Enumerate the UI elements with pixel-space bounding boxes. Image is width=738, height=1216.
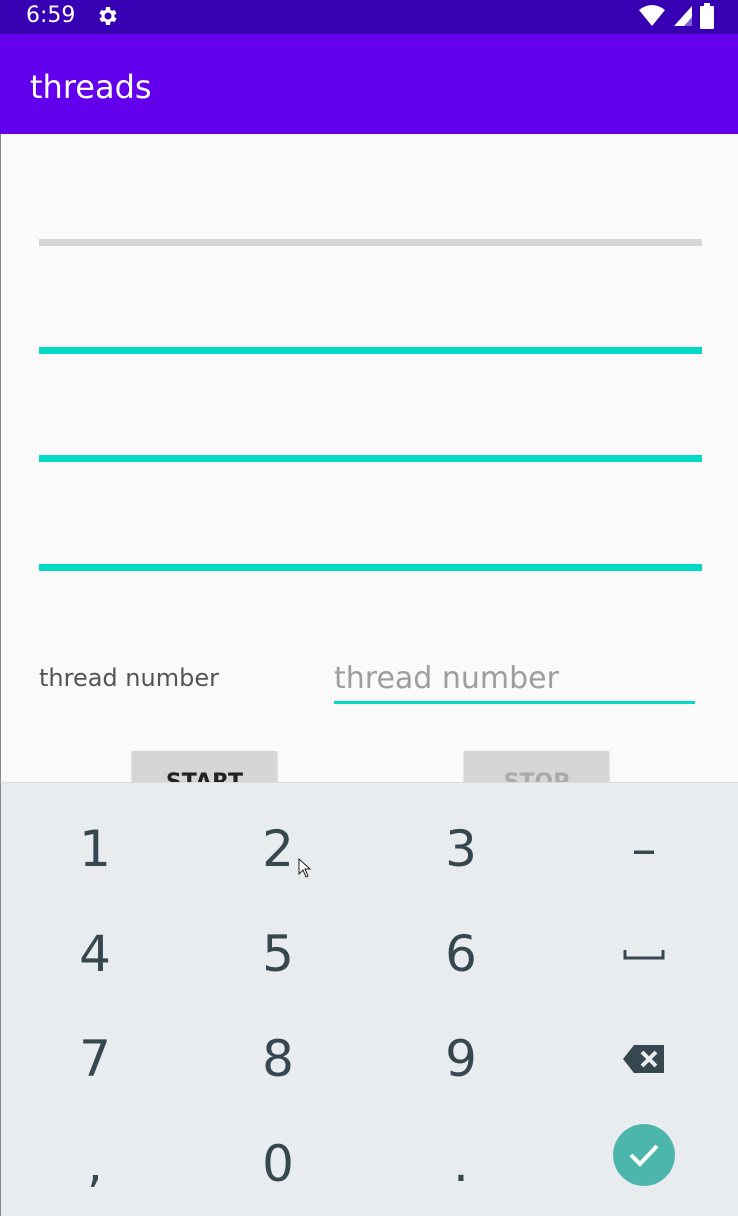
key-minus[interactable]: – xyxy=(569,799,719,899)
key-3[interactable]: 3 xyxy=(386,799,536,899)
battery-icon xyxy=(700,3,714,29)
progress-fill-3 xyxy=(39,455,702,462)
key-comma[interactable]: , xyxy=(20,1114,170,1214)
key-enter[interactable] xyxy=(569,1105,719,1205)
progress-bar-3 xyxy=(39,455,702,462)
thread-number-input[interactable] xyxy=(334,656,695,704)
thread-number-label: thread number xyxy=(39,664,219,692)
cell-signal-icon xyxy=(674,6,692,26)
enter-button[interactable] xyxy=(613,1124,675,1186)
progress-fill-2 xyxy=(39,347,702,354)
key-4[interactable]: 4 xyxy=(20,904,170,1004)
key-9[interactable]: 9 xyxy=(386,1009,536,1109)
progress-bar-2 xyxy=(39,347,702,354)
status-bar: 6:59 xyxy=(0,0,738,34)
status-time: 6:59 xyxy=(26,3,76,28)
backspace-icon xyxy=(623,1045,664,1073)
progress-bar-1 xyxy=(39,239,702,246)
key-6[interactable]: 6 xyxy=(386,904,536,1004)
gear-icon xyxy=(99,7,117,25)
progress-fill-4 xyxy=(39,564,702,571)
key-0[interactable]: 0 xyxy=(203,1114,353,1214)
space-icon xyxy=(623,950,665,960)
key-7[interactable]: 7 xyxy=(20,1009,170,1109)
key-1[interactable]: 1 xyxy=(20,799,170,899)
numeric-keyboard: 1 2 3 – 4 5 6 7 8 9 , 0 . xyxy=(0,782,738,1216)
key-backspace[interactable] xyxy=(569,1009,719,1109)
content-area: thread number START STOP xyxy=(0,134,738,791)
wifi-icon xyxy=(639,5,665,26)
check-icon xyxy=(629,1144,659,1167)
key-period[interactable]: . xyxy=(386,1114,536,1214)
app-title: threads xyxy=(30,68,152,106)
key-8[interactable]: 8 xyxy=(203,1009,353,1109)
app-bar: threads xyxy=(0,34,738,134)
key-space[interactable] xyxy=(569,904,719,1004)
key-2[interactable]: 2 xyxy=(203,799,353,899)
key-5[interactable]: 5 xyxy=(203,904,353,1004)
mouse-pointer-icon xyxy=(298,858,312,878)
progress-bar-4 xyxy=(39,564,702,571)
